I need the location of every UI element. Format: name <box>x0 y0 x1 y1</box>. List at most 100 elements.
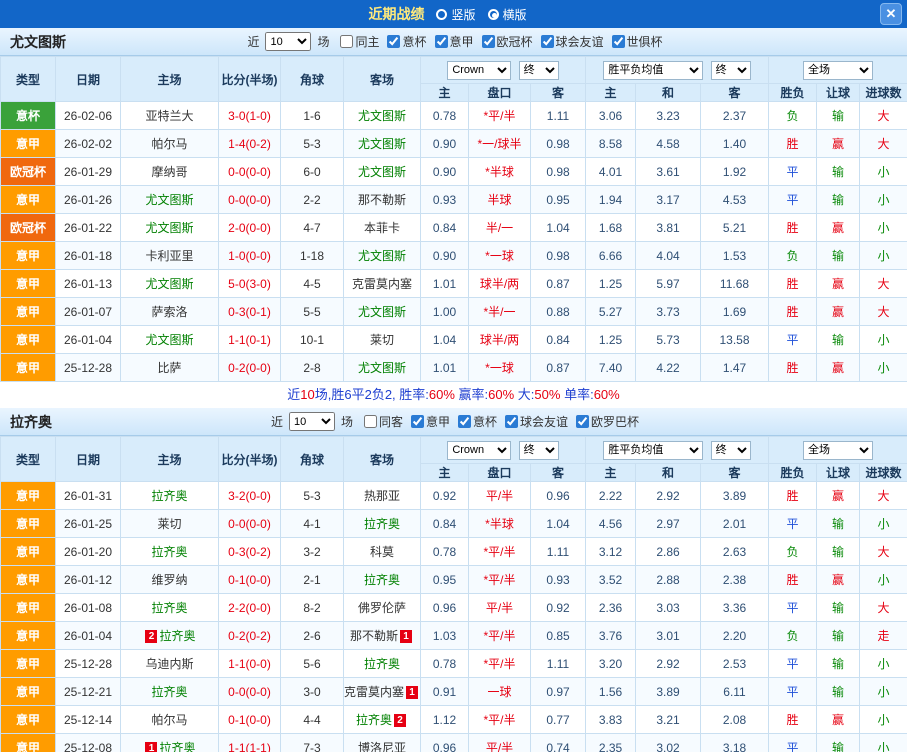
result-goals: 小 <box>859 565 907 594</box>
eu-home-odds: 1.94 <box>585 185 636 214</box>
result-wdl: 平 <box>768 677 817 706</box>
europe-source-select[interactable]: 胜平负均值 <box>603 440 704 460</box>
filter-checkbox[interactable] <box>458 414 471 428</box>
match-date: 25-12-21 <box>55 677 121 706</box>
asia-source-select[interactable]: Crown <box>447 60 512 80</box>
filter-checkbox[interactable] <box>611 34 625 48</box>
col-away: 客场 <box>343 56 421 102</box>
away-team: 那不勒斯 <box>343 185 421 214</box>
team-label: 莱切 <box>157 517 182 531</box>
asia-away-odds: 1.11 <box>530 537 586 566</box>
home-team: 帕尔马 <box>120 129 219 158</box>
sub-col-eu-away: 客 <box>700 463 769 482</box>
eu-draw-odds: 3.02 <box>635 733 701 752</box>
corner-count: 1-6 <box>280 101 344 130</box>
match-count-select[interactable]: 10 <box>265 32 312 51</box>
team-bar: 尤文图斯 近 10 场 同主 意杯 意甲 欧冠杯 球会友谊 世俱杯 <box>0 28 907 56</box>
filter-同主[interactable]: 同主 <box>340 33 379 50</box>
match-date: 26-01-04 <box>55 325 121 354</box>
col-score: 比分(半场) <box>218 436 281 482</box>
asia-source-select[interactable]: Crown <box>447 440 512 460</box>
asia-final-select[interactable]: 终 <box>518 440 559 460</box>
league-cell: 意甲 <box>0 481 56 510</box>
filter-checkbox[interactable] <box>576 414 590 428</box>
filter-checkbox[interactable] <box>540 34 554 48</box>
close-button[interactable]: ✕ <box>880 3 902 25</box>
handicap: *半球 <box>468 157 531 186</box>
asia-away-odds: 0.93 <box>530 565 586 594</box>
eu-away-odds: 4.53 <box>700 185 769 214</box>
away-team: 博洛尼亚 <box>343 733 421 752</box>
handicap: 一球 <box>468 677 531 706</box>
corner-count: 10-1 <box>280 325 344 354</box>
layout-radio-横版[interactable]: 横版 <box>487 6 527 23</box>
filter-checkbox[interactable] <box>505 414 519 428</box>
europe-final-select[interactable]: 终 <box>710 60 751 80</box>
filter-意甲[interactable]: 意甲 <box>410 413 450 430</box>
filter-欧罗巴杯[interactable]: 欧罗巴杯 <box>576 413 639 430</box>
layout-radio-竖版[interactable]: 竖版 <box>436 6 476 23</box>
eu-away-odds: 1.53 <box>700 241 769 270</box>
match-date: 26-01-04 <box>55 621 121 650</box>
filter-label: 意甲 <box>449 34 474 49</box>
radio-icon[interactable] <box>487 8 499 20</box>
filter-球会友谊[interactable]: 球会友谊 <box>505 413 568 430</box>
result-wdl: 胜 <box>768 705 817 734</box>
europe-source-select[interactable]: 胜平负均值 <box>603 60 704 80</box>
eu-draw-odds: 4.22 <box>635 353 701 382</box>
eu-away-odds: 3.36 <box>700 593 769 622</box>
red-card-badge: 1 <box>400 630 412 643</box>
asia-home-odds: 0.84 <box>420 213 469 242</box>
filter-label: 意甲 <box>425 414 450 429</box>
filter-同客[interactable]: 同客 <box>363 413 403 430</box>
filter-意杯[interactable]: 意杯 <box>458 413 497 430</box>
asia-final-select[interactable]: 终 <box>518 60 559 80</box>
league-cell: 意甲 <box>0 129 56 158</box>
result-wdl: 平 <box>768 593 817 622</box>
match-count-select[interactable]: 10 <box>288 412 335 431</box>
team-label: 佛罗伦萨 <box>357 601 406 615</box>
team-label: 卡利亚里 <box>145 249 194 263</box>
home-team: 尤文图斯 <box>120 185 219 214</box>
team-label: 尤文图斯 <box>357 165 406 179</box>
filter-checkbox[interactable] <box>363 414 377 428</box>
record-summary: 近10场,胜6平2负2, 胜率:60% 赢率:60% 大:50% 单率:60% <box>0 382 907 408</box>
result-wdl: 平 <box>768 649 817 678</box>
filter-checkbox[interactable] <box>434 34 448 48</box>
result-goals: 小 <box>859 213 907 242</box>
asia-away-odds: 0.97 <box>530 677 586 706</box>
match-row: 意杯 26-02-06 亚特兰大 3-0(1-0) 1-6 尤文图斯 0.78 *平/半 1.1… <box>0 101 907 130</box>
result-handicap: 赢 <box>816 129 860 158</box>
eu-home-odds: 5.27 <box>585 297 636 326</box>
filter-意甲[interactable]: 意甲 <box>434 33 474 50</box>
result-goals: 小 <box>859 157 907 186</box>
europe-final-select[interactable]: 终 <box>710 440 751 460</box>
filter-欧冠杯[interactable]: 欧冠杯 <box>481 33 533 50</box>
filter-checkbox[interactable] <box>410 414 424 428</box>
scope-select[interactable]: 全场 <box>803 440 873 460</box>
col-corner: 角球 <box>280 436 344 482</box>
filter-球会友谊[interactable]: 球会友谊 <box>540 33 604 50</box>
filter-意杯[interactable]: 意杯 <box>387 33 427 50</box>
filter-checkbox[interactable] <box>340 34 354 48</box>
radio-icon[interactable] <box>436 8 448 20</box>
scope-select[interactable]: 全场 <box>803 60 873 80</box>
filter-checkbox[interactable] <box>481 34 495 48</box>
asia-away-odds: 0.85 <box>530 621 586 650</box>
eu-draw-odds: 3.89 <box>635 677 701 706</box>
sub-col-asia-home: 主 <box>420 83 469 102</box>
page-title: 近期战绩 <box>368 6 425 22</box>
sub-col-asia-home: 主 <box>420 463 469 482</box>
score: 0-0(0-0) <box>218 157 281 186</box>
match-row: 意甲 26-01-13 尤文图斯 5-0(3-0) 4-5 克雷莫内塞 1.01 球半/两 0.… <box>0 269 907 298</box>
asia-away-odds: 0.95 <box>530 185 586 214</box>
match-row: 意甲 26-01-26 尤文图斯 0-0(0-0) 2-2 那不勒斯 0.93 半球 0.95 1… <box>0 185 907 214</box>
handicap: 半/一 <box>468 213 531 242</box>
asia-odds-header: Crown 终 <box>420 56 586 84</box>
eu-away-odds: 3.89 <box>700 481 769 510</box>
filter-世俱杯[interactable]: 世俱杯 <box>611 33 663 50</box>
filter-area: 近 10 场 同客 意甲 意杯 球会友谊 欧罗巴杯 <box>268 412 639 431</box>
filter-label: 欧冠杯 <box>496 34 533 49</box>
match-row: 意甲 25-12-21 拉齐奥 0-0(0-0) 3-0 克雷莫内塞 1 0.91 一球 0.97… <box>0 677 907 706</box>
filter-checkbox[interactable] <box>387 34 401 48</box>
